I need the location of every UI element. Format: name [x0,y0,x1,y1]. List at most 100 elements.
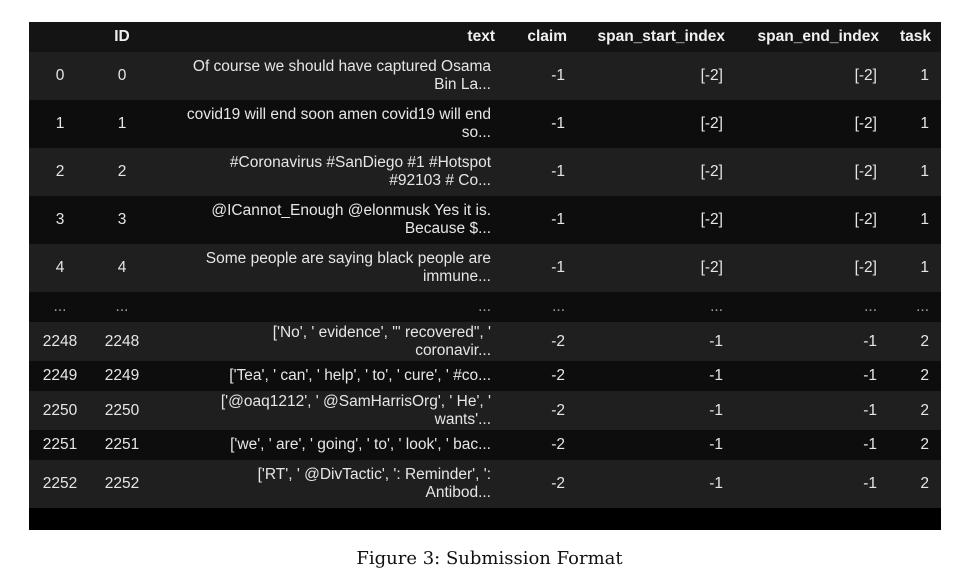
text-line: Bin La... [434,76,491,93]
row-index-cell: 2249 [42,367,78,384]
row-index-cell: 2248 [42,332,78,350]
span-end-index-cell: -1 [863,332,877,350]
text-line: ['@oaq1212', ' @SamHarrisOrg', ' He', ' [220,392,491,410]
table-row: 3 3 @ICannot_Enough @elonmusk Yes it is. Be… [29,196,941,244]
claim-cell: -2 [551,367,565,384]
id-cell: 1 [117,115,127,132]
claim-cell: -2 [551,475,565,492]
table-row: 1 1 covid19 will end soon amen covid19 wil… [29,100,941,148]
row-index-cell: 2252 [42,475,78,492]
text-line: ['RT', ' @DivTactic', ': Reminder', ': [257,466,491,483]
text-cell: ['we', ' are', ' going', ' to', ' look',… [153,430,505,460]
row-index-cell: 4 [55,259,65,276]
text-line: immune... [422,268,491,285]
row-index-cell: 3 [55,211,65,228]
span-end-index-cell: [-2] [854,259,877,276]
table-row: 2249 2249 ['Tea', ' can', ' help', ' to', … [29,361,941,391]
text-line: covid19 will end soon amen covid19 will … [186,106,491,123]
text-cell: ['Tea', ' can', ' help', ' to', ' cure',… [153,361,505,391]
claim-cell: -2 [551,436,565,453]
text-line: ['we', ' are', ' going', ' to', ' look',… [230,436,491,453]
span-start-index-cell: ... [710,298,723,315]
span-end-index-cell: ... [864,298,877,315]
text-line: wants'... [434,410,491,428]
span-start-index-cell: [-2] [700,67,723,84]
header-span-start-index: span_start_index [597,28,726,45]
id-cell: 2249 [104,367,140,384]
figure-caption: Figure 3: Submission Format [356,548,623,569]
span-start-index-cell: -1 [709,436,723,453]
text-line: @ICannot_Enough @elonmusk Yes it is. [211,202,491,219]
id-cell: 4 [117,259,127,276]
table-row: 4 4 Some people are saying black people ar… [29,244,941,292]
claim-cell: -2 [551,401,565,419]
task-cell: 2 [920,475,929,492]
text-cell: Some people are saying black people are i… [153,244,505,292]
id-cell: 2251 [104,436,140,453]
header-span-end-index: span_end_index [757,28,879,45]
text-cell: ['No', ' evidence', "' recovered", ' coro… [153,322,505,361]
table-row: 2250 2250 ['@oaq1212', ' @SamHarrisOrg', '… [29,391,941,430]
task-cell: 2 [920,436,929,453]
table-header-row: ID text claim span_start_index span_end_… [29,22,941,52]
span-end-index-cell: [-2] [854,163,877,180]
text-line: ['Tea', ' can', ' help', ' to', ' cure',… [229,367,491,384]
text-line: so... [461,124,491,141]
span-end-index-cell: [-2] [854,211,877,228]
span-end-index-cell: [-2] [854,115,877,132]
span-end-index-cell: -1 [863,401,877,419]
text-cell: covid19 will end soon amen covid19 will … [153,100,505,148]
dataframe-table: ID text claim span_start_index span_end_… [29,22,941,508]
id-cell: 2250 [104,401,140,419]
task-cell: 2 [920,401,929,419]
task-cell: 1 [920,115,929,132]
task-cell: 1 [920,211,929,228]
text-line: #92103 # Co... [389,172,491,189]
task-cell: 1 [920,163,929,180]
row-index-cell: 2 [55,163,65,180]
table-row: 2252 2252 ['RT', ' @DivTactic', ': Reminde… [29,460,941,508]
id-cell: 2 [117,163,127,180]
task-cell: 2 [920,332,929,350]
text-line: Of course we should have captured Osama [192,58,491,75]
claim-cell: -1 [551,115,565,132]
claim-cell: -1 [551,259,565,276]
span-end-index-cell: -1 [863,367,877,384]
span-start-index-cell: [-2] [700,211,723,228]
header-claim: claim [527,28,567,45]
span-start-index-cell: -1 [709,332,723,350]
header-text: text [467,28,495,45]
id-cell: 2252 [104,475,140,492]
task-cell: 1 [920,259,929,276]
text-cell: ... [153,292,505,322]
text-line: ... [478,298,491,315]
header-index [29,22,91,52]
row-index-cell: 0 [55,67,65,84]
text-cell: ['RT', ' @DivTactic', ': Reminder', ': An… [153,460,505,508]
header-task: task [899,28,931,45]
text-line: #Coronavirus #SanDiego #1 #Hotspot [229,154,491,171]
span-end-index-cell: -1 [863,475,877,492]
row-index-cell: ... [53,298,67,315]
row-index-cell: 2251 [42,436,78,453]
text-cell: #Coronavirus #SanDiego #1 #Hotspot #92103… [153,148,505,196]
table-row: 0 0 Of course we should have captured Osam… [29,52,941,100]
row-index-cell: 2250 [42,401,78,419]
span-start-index-cell: -1 [709,367,723,384]
text-line: Because $... [404,220,491,237]
id-cell: 0 [117,67,127,84]
id-cell: ... [115,298,129,315]
id-cell: 3 [117,211,127,228]
span-start-index-cell: -1 [709,475,723,492]
table-row: 2248 2248 ['No', ' evidence', "' recovered… [29,322,941,361]
row-index-cell: 1 [55,115,65,132]
header-id: ID [114,28,130,45]
text-line: Some people are saying black people are [205,250,491,267]
table-row: 2251 2251 ['we', ' are', ' going', ' to', … [29,430,941,460]
task-cell: ... [916,298,929,315]
span-end-index-cell: -1 [863,436,877,453]
span-start-index-cell: [-2] [700,259,723,276]
text-cell: ['@oaq1212', ' @SamHarrisOrg', ' He', ' w… [153,391,505,430]
span-start-index-cell: -1 [709,401,723,419]
claim-cell: -1 [551,163,565,180]
